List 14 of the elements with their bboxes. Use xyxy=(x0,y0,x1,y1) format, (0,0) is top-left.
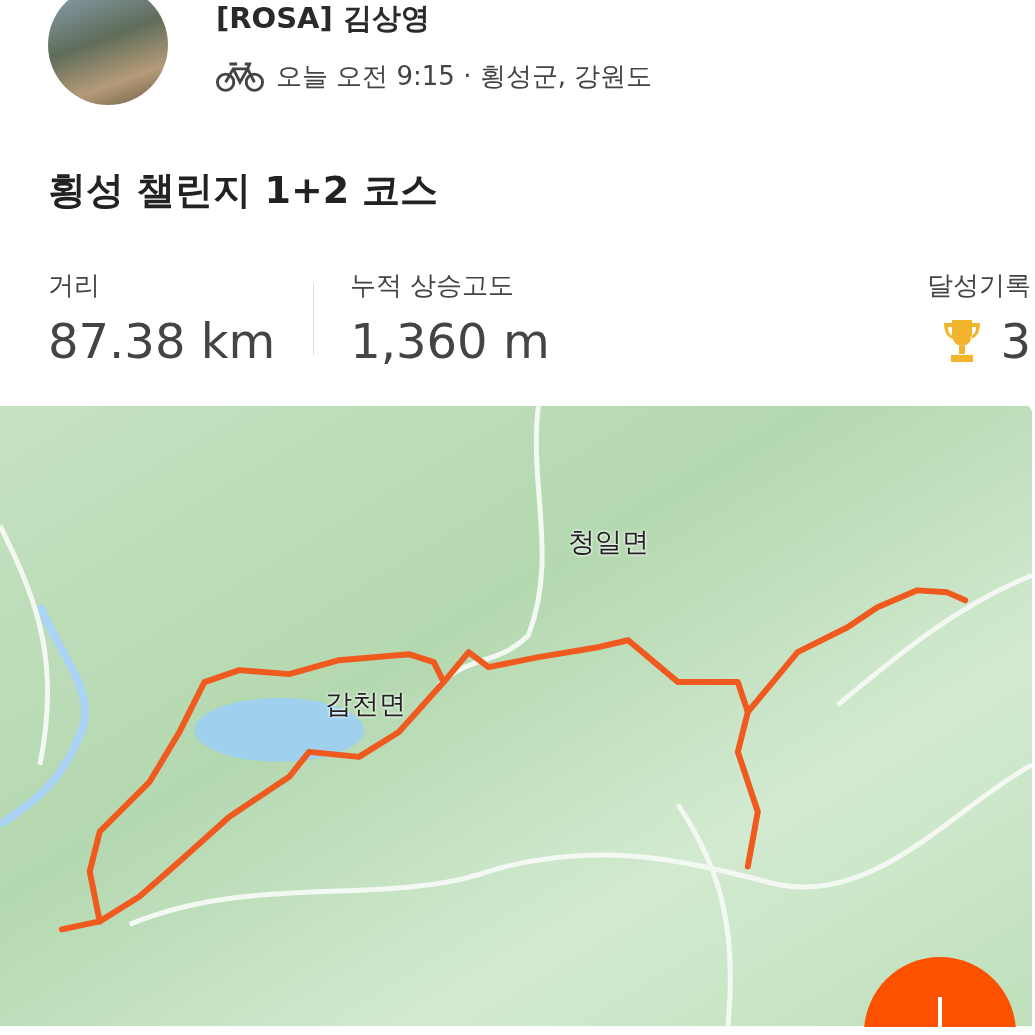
stat-label: 거리 xyxy=(48,269,101,302)
stat-value: 1,360 m xyxy=(350,313,550,369)
trophy-icon xyxy=(942,318,983,364)
place-label: 청일면 xyxy=(567,524,649,559)
stat-value: 3 xyxy=(1000,313,1031,369)
bicycle-icon xyxy=(216,60,264,93)
stat-label: 달성기록 xyxy=(927,269,1031,302)
activity-title: 횡성 챌린지 1+2 코스 xyxy=(47,167,440,214)
activity-meta: 오늘 오전 9:15 · 횡성군, 강원도 xyxy=(276,60,653,93)
stat-value: 87.38 km xyxy=(48,313,276,369)
place-label: 갑천면 xyxy=(325,686,407,721)
stat-label: 누적 상승고도 xyxy=(350,269,516,302)
map-background[interactable] xyxy=(0,405,1032,1027)
athlete-name[interactable]: [ROSA] 김상영 xyxy=(216,0,653,39)
